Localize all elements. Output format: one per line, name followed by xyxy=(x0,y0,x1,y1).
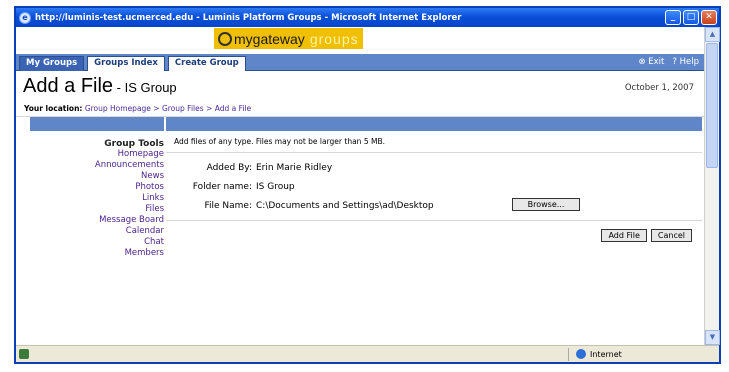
status-bar: Internet xyxy=(16,345,719,362)
help-link[interactable]: ? Help xyxy=(672,57,699,67)
tab-bar: My Groups Groups Index Create Group ⊗ Ex… xyxy=(16,54,704,71)
sidebar-item-calendar[interactable]: Calendar xyxy=(30,226,164,237)
status-divider xyxy=(568,348,569,361)
page-done-icon xyxy=(19,349,29,359)
sidebar-title: Group Tools xyxy=(104,139,164,149)
added-by-value: Erin Marie Ridley xyxy=(256,162,333,173)
tab-create-group[interactable]: Create Group xyxy=(167,56,246,71)
page-header: Add a File - IS Group October 1, 2007 Yo… xyxy=(16,71,704,117)
file-name-input[interactable]: C:\Documents and Settings\ad\Desktop xyxy=(256,201,434,211)
minimize-button[interactable]: _ xyxy=(665,10,681,25)
folder-label: Folder name: xyxy=(192,181,252,192)
form-divider xyxy=(166,220,702,221)
page-title: Add a File - IS Group xyxy=(23,75,177,98)
panel-header-bar xyxy=(166,117,702,131)
page-date: October 1, 2007 xyxy=(624,83,694,93)
exit-link[interactable]: ⊗ Exit xyxy=(638,57,664,67)
exit-label: Exit xyxy=(648,57,665,67)
sidebar-item-photos[interactable]: Photos xyxy=(30,182,164,193)
scroll-down-icon[interactable]: ▼ xyxy=(705,330,720,345)
tab-my-groups[interactable]: My Groups xyxy=(19,56,85,71)
vertical-scrollbar[interactable]: ▲ ▼ xyxy=(704,27,720,345)
added-by-label: Added By: xyxy=(206,162,252,173)
breadcrumb-links[interactable]: Group Homepage > Group Files > Add a Fil… xyxy=(85,104,251,113)
group-name: IS Group xyxy=(124,80,177,95)
tab-groups-index[interactable]: Groups Index xyxy=(87,56,165,71)
browse-button[interactable]: Browse... xyxy=(512,198,580,211)
help-label: Help xyxy=(679,57,699,67)
sidebar-item-message-board[interactable]: Message Board xyxy=(30,215,164,226)
title-bar: e http://luminis-test.ucmerced.edu - Lum… xyxy=(16,8,719,27)
window-title: http://luminis-test.ucmerced.edu - Lumin… xyxy=(35,12,462,23)
breadcrumb: Your location: Group Homepage > Group Fi… xyxy=(24,104,251,113)
cancel-button[interactable]: Cancel xyxy=(650,229,692,242)
zone-label: Internet xyxy=(590,349,622,359)
scroll-up-icon[interactable]: ▲ xyxy=(705,27,720,42)
added-by-row: Added By: Erin Marie Ridley xyxy=(166,161,702,174)
logo-swirl-icon xyxy=(218,31,232,46)
logo-text: mygateway xyxy=(234,30,305,47)
page-content: mygateway groups My Groups Groups Index … xyxy=(16,27,704,345)
add-file-panel: Add files of any type. Files may not be … xyxy=(166,117,702,242)
location-label: Your location: xyxy=(24,104,83,113)
site-banner: mygateway groups xyxy=(16,27,704,50)
close-button[interactable]: ✕ xyxy=(701,10,717,25)
folder-row: Folder name: IS Group xyxy=(166,180,702,193)
file-row: File Name: C:\Documents and Settings\ad\… xyxy=(166,198,702,212)
file-label: File Name: xyxy=(204,200,252,211)
folder-value: IS Group xyxy=(256,181,295,192)
logo-suffix: groups xyxy=(309,30,359,47)
sidebar-item-homepage[interactable]: Homepage xyxy=(30,149,164,160)
sidebar-item-links[interactable]: Links xyxy=(30,193,164,204)
mygateway-logo[interactable]: mygateway groups xyxy=(214,28,363,49)
page-title-text: Add a File xyxy=(23,75,114,97)
scroll-thumb[interactable] xyxy=(706,43,718,168)
title-separator: - xyxy=(113,80,125,95)
sidebar-item-chat[interactable]: Chat xyxy=(30,237,164,248)
instructions: Add files of any type. Files may not be … xyxy=(166,131,702,153)
sidebar-item-announcements[interactable]: Announcements xyxy=(30,160,164,171)
sidebar-item-news[interactable]: News xyxy=(30,171,164,182)
security-zone: Internet xyxy=(576,349,622,359)
browser-window: e http://luminis-test.ucmerced.edu - Lum… xyxy=(14,6,721,364)
sidebar: Group Tools Homepage Announcements News … xyxy=(30,117,164,259)
add-file-button[interactable]: Add File xyxy=(601,229,647,242)
sidebar-item-files[interactable]: Files xyxy=(30,204,164,215)
sidebar-nav: Homepage Announcements News Photos Links… xyxy=(30,149,164,259)
sidebar-item-members[interactable]: Members xyxy=(30,248,164,259)
internet-explorer-icon: e xyxy=(19,11,31,24)
sidebar-header-bar xyxy=(30,117,164,131)
internet-zone-icon xyxy=(576,349,586,359)
maximize-button[interactable]: □ xyxy=(683,10,699,25)
